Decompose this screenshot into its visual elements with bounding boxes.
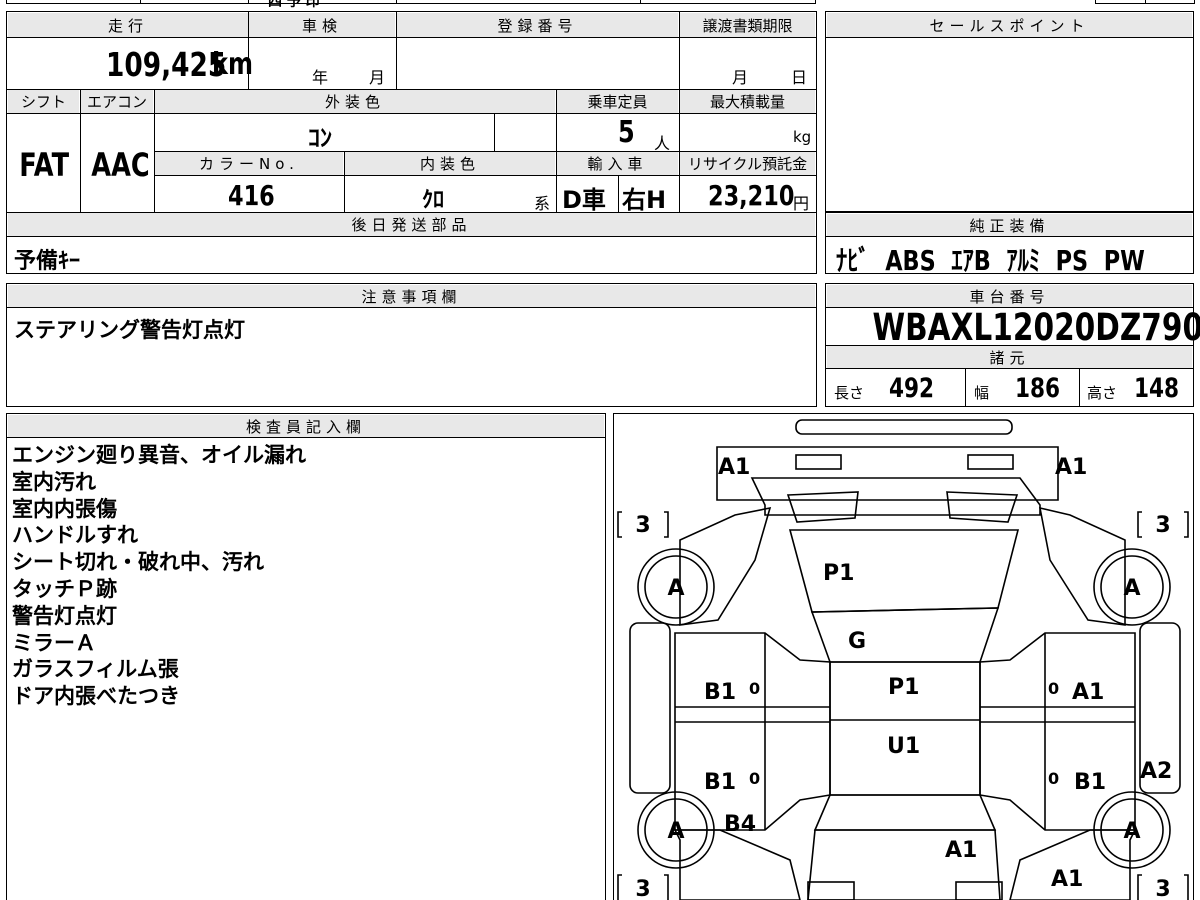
front-light-right (946, 491, 1019, 523)
door-mark: 0 (1048, 679, 1059, 698)
label-roof-rear: U1 (887, 734, 920, 759)
wheel-front-right-grade: A (1123, 576, 1140, 601)
label-trunk: A1 (945, 838, 977, 863)
rear-left-fender (673, 829, 801, 900)
door-mark: 0 (749, 769, 760, 788)
front-panel (750, 477, 1041, 516)
car-damage-diagram: A1 A1 P1 G P1 U1 B1 A1 B1 B1 A2 B4 A1 A1… (617, 419, 1189, 900)
left-side-doors (674, 632, 831, 831)
tread-front-right: 3 (1155, 513, 1170, 538)
label-rear-bumper-right: A1 (1051, 867, 1083, 892)
wheel-rear-right-grade: A (1123, 819, 1140, 844)
label-front-bumper-left: A1 (718, 455, 750, 480)
rear-light-right (955, 881, 1003, 900)
label-right-rear-fender: A2 (1140, 759, 1172, 784)
label-windshield: G (848, 629, 866, 654)
front-left-fender (679, 506, 772, 626)
wheel-rear-left-grade: A (667, 819, 684, 844)
rear-light-left (807, 881, 855, 900)
tread-bracket (617, 511, 622, 538)
label-left-rear-fender: B4 (724, 812, 756, 837)
headlight-right (967, 454, 1014, 470)
rear-window (813, 794, 997, 831)
front-light-left (786, 491, 859, 523)
door-mark: 0 (1048, 769, 1059, 788)
label-rear-right-door: B1 (1074, 770, 1106, 795)
tread-front-left: 3 (635, 513, 650, 538)
right-side-doors (979, 632, 1136, 831)
label-front-right-door: A1 (1072, 680, 1104, 705)
front-right-fender (1038, 506, 1126, 626)
headlight-left (795, 454, 842, 470)
door-mark: 0 (749, 679, 760, 698)
label-front-bumper-right: A1 (1055, 455, 1087, 480)
left-sill (629, 622, 671, 794)
windshield-panel (810, 607, 1000, 663)
label-rear-left-door: B1 (704, 770, 736, 795)
label-hood: P1 (823, 561, 854, 586)
front-bumper-strip (795, 419, 1013, 435)
tread-rear-left: 3 (635, 877, 650, 900)
tread-rear-right: 3 (1155, 877, 1170, 900)
label-front-left-door: B1 (704, 680, 736, 705)
wheel-front-left-grade: A (667, 576, 684, 601)
label-roof: P1 (888, 675, 919, 700)
